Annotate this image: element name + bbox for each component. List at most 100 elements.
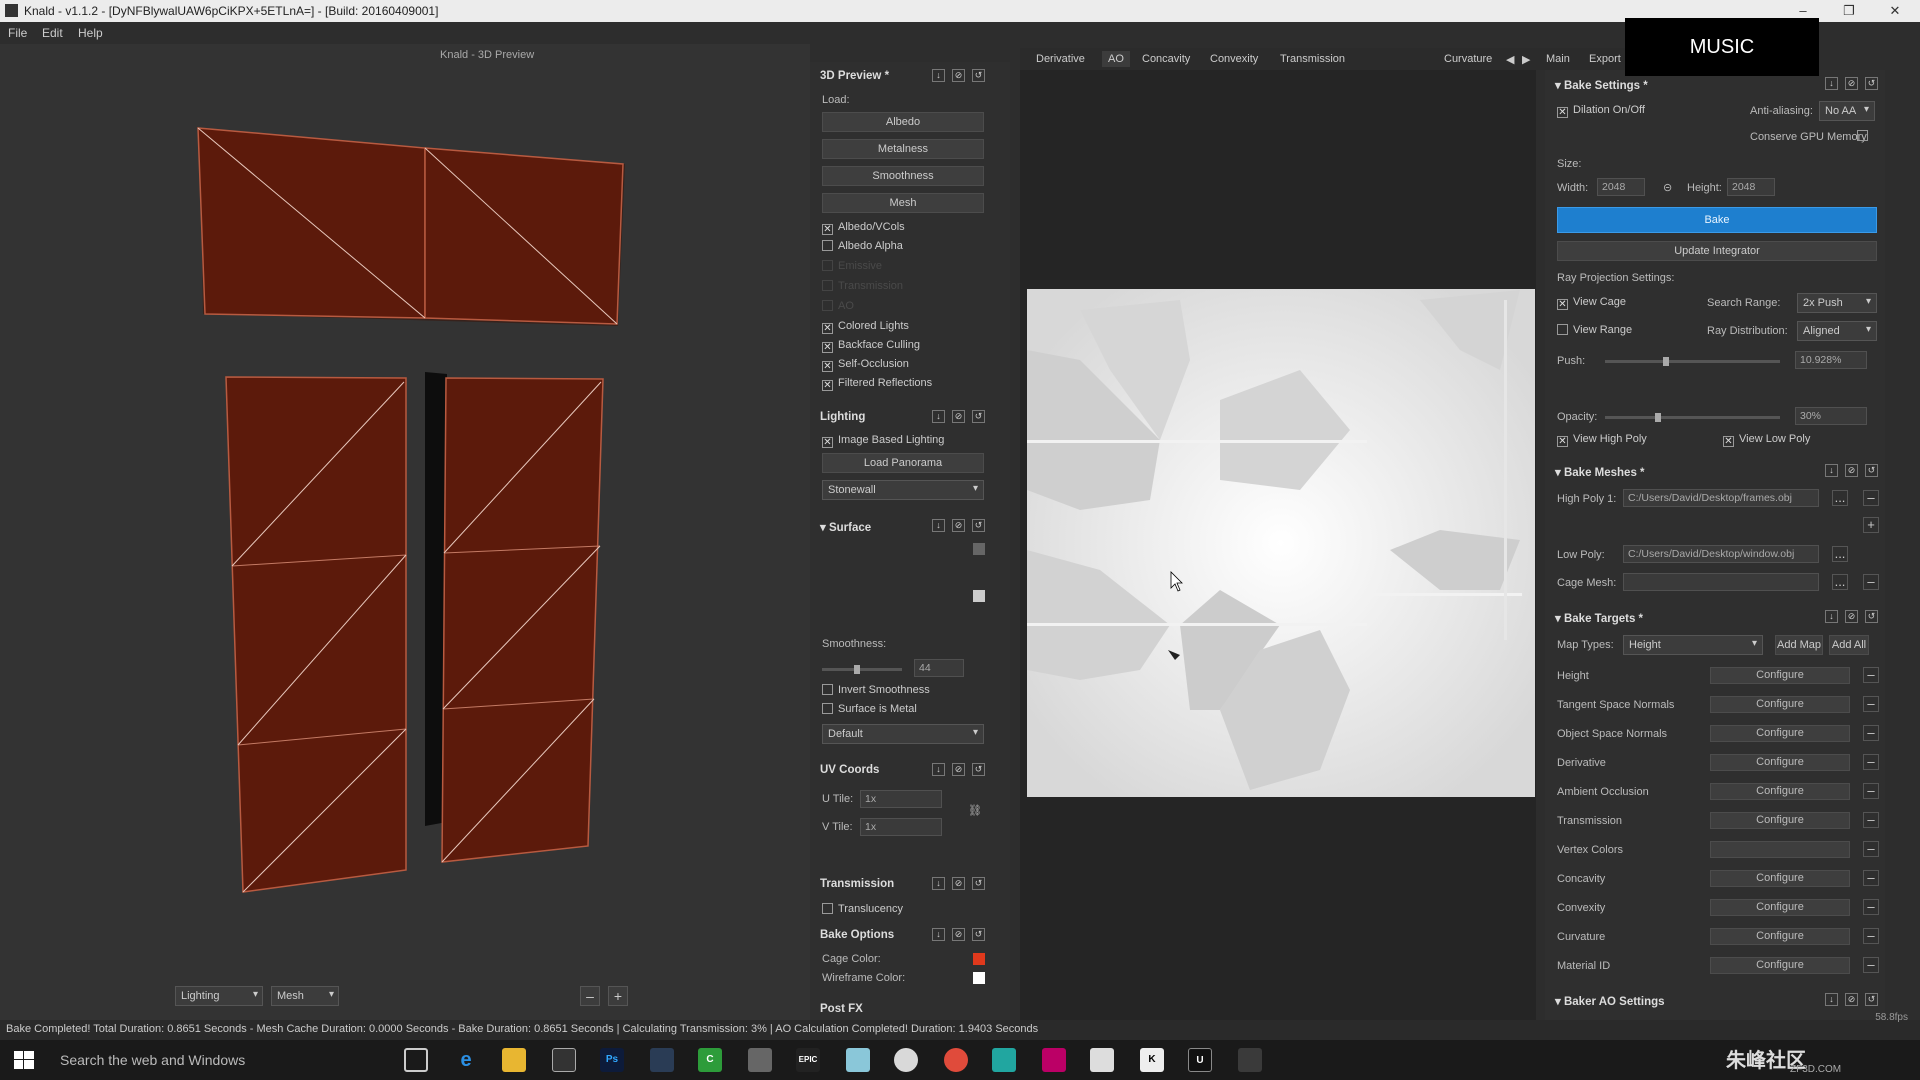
remove-target-button[interactable]: – — [1863, 725, 1879, 741]
save-preset-icon[interactable]: ↓ — [932, 763, 945, 776]
invert-smoothness-checkbox[interactable]: Invert Smoothness — [822, 684, 930, 696]
app-icon-teal[interactable] — [992, 1048, 1016, 1072]
unreal-engine-icon[interactable]: U — [1188, 1048, 1212, 1072]
reset-icon[interactable]: ↺ — [1865, 77, 1878, 90]
reset-icon[interactable]: ↺ — [972, 763, 985, 776]
view-range-checkbox[interactable]: View Range — [1557, 324, 1632, 336]
wireframe-color-swatch[interactable] — [973, 972, 985, 984]
reset-icon[interactable]: ↺ — [1865, 464, 1878, 477]
edge-browser-icon[interactable]: e — [454, 1048, 478, 1072]
task-view-icon[interactable] — [404, 1048, 428, 1072]
u-tile-field[interactable]: 1x — [860, 790, 942, 808]
copy-icon[interactable]: ⊘ — [1845, 610, 1858, 623]
remove-target-button[interactable]: – — [1863, 957, 1879, 973]
albedo-alpha-checkbox[interactable]: Albedo Alpha — [822, 240, 903, 252]
view-low-poly-checkbox[interactable]: ✕ View Low Poly — [1723, 433, 1810, 447]
reset-icon[interactable]: ↺ — [972, 877, 985, 890]
configure-button[interactable]: Configure — [1710, 812, 1850, 829]
configure-button[interactable]: Configure — [1710, 696, 1850, 713]
load-albedo-button[interactable]: Albedo — [822, 112, 984, 132]
configure-button[interactable]: Configure — [1710, 870, 1850, 887]
push-slider[interactable] — [1605, 357, 1780, 366]
cage-color-swatch[interactable] — [973, 953, 985, 965]
maximize-button[interactable]: ❐ — [1826, 0, 1872, 22]
save-preset-icon[interactable]: ↓ — [932, 410, 945, 423]
smoothness-slider[interactable] — [822, 665, 902, 674]
remove-target-button[interactable]: – — [1863, 928, 1879, 944]
reset-icon[interactable]: ↺ — [972, 928, 985, 941]
ibl-checkbox[interactable]: ✕ Image Based Lighting — [822, 434, 944, 448]
browse-button[interactable]: ... — [1832, 574, 1848, 590]
store-icon[interactable] — [552, 1048, 576, 1072]
bake-settings-header[interactable]: Bake Settings * — [1555, 78, 1648, 92]
bake-meshes-header[interactable]: Bake Meshes * — [1555, 465, 1645, 479]
height-field[interactable]: 2048 — [1727, 178, 1775, 196]
tab-convexity[interactable]: Convexity — [1210, 53, 1258, 65]
save-preset-icon[interactable]: ↓ — [932, 69, 945, 82]
configure-button[interactable]: Configure — [1710, 783, 1850, 800]
self-occlusion-checkbox[interactable]: ✕ Self-Occlusion — [822, 358, 909, 372]
epic-games-icon[interactable]: EPIC — [796, 1048, 820, 1072]
configure-button[interactable] — [1710, 841, 1850, 858]
save-preset-icon[interactable]: ↓ — [1825, 77, 1838, 90]
remove-target-button[interactable]: – — [1863, 667, 1879, 683]
windows-start-icon[interactable] — [14, 1051, 34, 1069]
zoom-out-button[interactable]: – — [580, 986, 600, 1006]
menu-file[interactable]: File — [8, 26, 27, 40]
link-size-icon[interactable]: ⊝ — [1663, 181, 1672, 194]
tab-scroll-left-icon[interactable]: ◀ — [1506, 53, 1514, 66]
colored-lights-checkbox[interactable]: ✕ Colored Lights — [822, 320, 909, 334]
remove-target-button[interactable]: – — [1863, 841, 1879, 857]
link-icon[interactable]: ⛓ — [968, 804, 982, 817]
slider-thumb[interactable] — [854, 665, 861, 674]
save-preset-icon[interactable]: ↓ — [1825, 610, 1838, 623]
save-preset-icon[interactable]: ↓ — [932, 928, 945, 941]
mesh-select[interactable]: Mesh — [271, 986, 339, 1006]
tab-transmission[interactable]: Transmission — [1280, 53, 1345, 65]
copy-icon[interactable]: ⊘ — [1845, 993, 1858, 1006]
remove-target-button[interactable]: – — [1863, 870, 1879, 886]
panorama-select[interactable]: Stonewall — [822, 480, 984, 500]
copy-icon[interactable]: ⊘ — [952, 69, 965, 82]
configure-button[interactable]: Configure — [1710, 899, 1850, 916]
configure-button[interactable]: Configure — [1710, 928, 1850, 945]
configure-button[interactable]: Configure — [1710, 725, 1850, 742]
configure-button[interactable]: Configure — [1710, 957, 1850, 974]
view-cage-checkbox[interactable]: ✕ View Cage — [1557, 296, 1626, 310]
reset-icon[interactable]: ↺ — [972, 519, 985, 532]
load-smoothness-button[interactable]: Smoothness — [822, 166, 984, 186]
filtered-reflections-checkbox[interactable]: ✕ Filtered Reflections — [822, 377, 932, 391]
load-metalness-button[interactable]: Metalness — [822, 139, 984, 159]
copy-icon[interactable]: ⊘ — [1845, 77, 1858, 90]
tab-ao[interactable]: AO — [1102, 51, 1130, 67]
copy-icon[interactable]: ⊘ — [1845, 464, 1858, 477]
browse-button[interactable]: ... — [1832, 546, 1848, 562]
baker-ao-header[interactable]: Baker AO Settings — [1555, 994, 1665, 1008]
photos-icon[interactable] — [1090, 1048, 1114, 1072]
ao-map-view[interactable] — [1020, 70, 1536, 1020]
steam-icon[interactable] — [650, 1048, 674, 1072]
tab-scroll-right-icon[interactable]: ▶ — [1522, 53, 1530, 66]
update-integrator-button[interactable]: Update Integrator — [1557, 241, 1877, 261]
save-preset-icon[interactable]: ↓ — [1825, 464, 1838, 477]
app-icon-blue[interactable] — [846, 1048, 870, 1072]
tab-curvature[interactable]: Curvature — [1444, 53, 1492, 65]
close-button[interactable]: ✕ — [1872, 0, 1918, 22]
remove-target-button[interactable]: – — [1863, 783, 1879, 799]
remove-target-button[interactable]: – — [1863, 696, 1879, 712]
taskbar-search[interactable]: Search the web and Windows — [48, 1040, 393, 1080]
dilation-checkbox[interactable]: ✕ Dilation On/Off — [1557, 104, 1645, 118]
surface-color-swatch[interactable] — [973, 590, 985, 602]
configure-button[interactable]: Configure — [1710, 667, 1850, 684]
configure-button[interactable]: Configure — [1710, 754, 1850, 771]
opacity-slider[interactable] — [1605, 413, 1780, 422]
width-field[interactable]: 2048 — [1597, 178, 1645, 196]
save-preset-icon[interactable]: ↓ — [932, 519, 945, 532]
remove-high-poly-button[interactable]: – — [1863, 490, 1879, 506]
smoothness-field[interactable]: 44 — [914, 659, 964, 677]
add-map-button[interactable]: Add Map — [1775, 635, 1823, 655]
save-preset-icon[interactable]: ↓ — [932, 877, 945, 890]
v-tile-field[interactable]: 1x — [860, 818, 942, 836]
chrome-icon[interactable] — [944, 1048, 968, 1072]
surface-preset-select[interactable]: Default — [822, 724, 984, 744]
